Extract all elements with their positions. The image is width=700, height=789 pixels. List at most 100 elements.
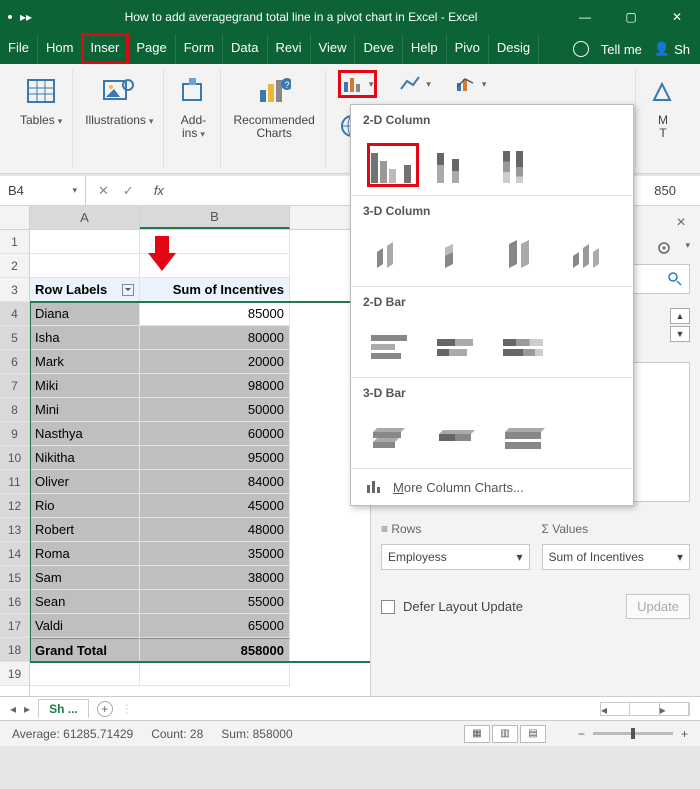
cell[interactable]: 50000 (140, 398, 290, 422)
cell[interactable]: 45000 (140, 494, 290, 518)
row-header[interactable]: 15 (0, 566, 29, 590)
tab-design[interactable]: Desig (489, 34, 539, 64)
tab-insert[interactable]: Inser (82, 34, 128, 64)
ribbon-recommended-charts[interactable]: ? Recommended Charts (223, 70, 325, 168)
ribbon-illustrations[interactable]: Illustrations▾ (75, 70, 164, 168)
row-header[interactable]: 19 (0, 662, 29, 686)
cell[interactable]: 48000 (140, 518, 290, 542)
scroll-down-button[interactable]: ▼ (670, 326, 690, 342)
tab-view[interactable]: View (311, 34, 356, 64)
cell[interactable]: 95000 (140, 446, 290, 470)
row-header[interactable]: 12 (0, 494, 29, 518)
row-header[interactable]: 8 (0, 398, 29, 422)
pane-close-icon[interactable]: × (672, 214, 690, 232)
tab-nav-next[interactable]: ▸ (24, 702, 30, 716)
ribbon-addins[interactable]: Add- ins▾ (166, 70, 221, 168)
insert-line-chart-button[interactable]: ▾ (399, 75, 431, 93)
cell[interactable]: Mini (30, 398, 140, 422)
rows-field[interactable]: Employess▾ (381, 544, 530, 570)
cell[interactable]: Diana (30, 302, 140, 326)
tab-pivot[interactable]: Pivo (447, 34, 489, 64)
row-header[interactable]: 11 (0, 470, 29, 494)
view-page-break-button[interactable]: ▤ (520, 725, 546, 743)
more-column-charts[interactable]: More Column Charts... (351, 468, 633, 505)
minimize-button[interactable]: — (562, 0, 608, 34)
cell[interactable]: 84000 (140, 470, 290, 494)
cell[interactable]: 20000 (140, 350, 290, 374)
cell[interactable]: 55000 (140, 590, 290, 614)
view-page-layout-button[interactable]: ▥ (492, 725, 518, 743)
stacked-column-option[interactable] (435, 145, 483, 185)
ribbon-tables[interactable]: Tables▾ (10, 70, 73, 168)
tab-nav-prev[interactable]: ◂ (10, 702, 16, 716)
3d-column-option[interactable] (567, 236, 615, 276)
filter-dropdown-icon[interactable] (122, 284, 134, 296)
cell[interactable]: 85000 (140, 302, 290, 326)
row-header[interactable]: 5 (0, 326, 29, 350)
zoom-slider[interactable] (593, 732, 673, 735)
name-box[interactable]: B4▾ (0, 176, 86, 205)
tell-me[interactable]: Tell me (601, 42, 642, 57)
col-header-b[interactable]: B (140, 206, 290, 229)
zoom-in-button[interactable]: + (681, 727, 688, 741)
row-header[interactable]: 3 (0, 278, 29, 302)
cell[interactable]: Oliver (30, 470, 140, 494)
row-header[interactable]: 17 (0, 614, 29, 638)
sheet-tab[interactable]: Sh ... (38, 699, 89, 718)
cell[interactable]: 60000 (140, 422, 290, 446)
cell[interactable]: 35000 (140, 542, 290, 566)
maximize-button[interactable]: ▢ (608, 0, 654, 34)
new-sheet-button[interactable]: + (97, 701, 113, 717)
100-stacked-bar-option[interactable] (501, 327, 549, 367)
cell[interactable]: Rio (30, 494, 140, 518)
fx-icon[interactable]: fx (154, 183, 164, 199)
clustered-bar-option[interactable] (369, 327, 417, 367)
row-header[interactable]: 1 (0, 230, 29, 254)
pivot-row-labels-header[interactable]: Row Labels (30, 278, 140, 302)
col-header-a[interactable]: A (30, 206, 140, 229)
cell[interactable]: Grand Total (30, 638, 140, 662)
view-normal-button[interactable]: ▦ (464, 725, 490, 743)
row-header[interactable]: 9 (0, 422, 29, 446)
horizontal-scrollbar[interactable]: ◂▸ (600, 702, 690, 716)
row-header[interactable]: 2 (0, 254, 29, 278)
ribbon-more[interactable]: M T (635, 70, 690, 168)
tab-data[interactable]: Data (223, 34, 267, 64)
3d-stacked-column-option[interactable] (435, 236, 483, 276)
quick-redo-icon[interactable]: ▸▸ (20, 10, 32, 24)
row-header[interactable]: 14 (0, 542, 29, 566)
row-header[interactable]: 10 (0, 446, 29, 470)
cell[interactable]: Roma (30, 542, 140, 566)
row-header[interactable]: 18 (0, 638, 29, 662)
cell[interactable]: 858000 (140, 638, 290, 662)
cancel-formula-icon[interactable]: ✕ (98, 183, 109, 199)
share-button[interactable]: 👤Sh (654, 41, 690, 57)
close-button[interactable]: ✕ (654, 0, 700, 34)
tab-developer[interactable]: Deve (355, 34, 402, 64)
row-header[interactable]: 4 (0, 302, 29, 326)
insert-combo-chart-button[interactable]: ▾ (455, 75, 487, 93)
tab-help[interactable]: Help (403, 34, 447, 64)
tab-home[interactable]: Hom (38, 34, 82, 64)
tab-page[interactable]: Page (128, 34, 175, 64)
scroll-up-button[interactable]: ▲ (670, 308, 690, 324)
cell[interactable]: Robert (30, 518, 140, 542)
3d-clustered-column-option[interactable] (369, 236, 417, 276)
insert-column-chart-button[interactable]: ▾ (340, 72, 376, 96)
tab-file[interactable]: File (0, 34, 38, 64)
cell[interactable]: Nikitha (30, 446, 140, 470)
update-button[interactable]: Update (626, 594, 690, 619)
cell[interactable]: 65000 (140, 614, 290, 638)
cell[interactable]: Mark (30, 350, 140, 374)
3d-100-stacked-bar-option[interactable] (501, 418, 549, 458)
cell[interactable]: Valdi (30, 614, 140, 638)
row-header[interactable]: 13 (0, 518, 29, 542)
cell[interactable]: 38000 (140, 566, 290, 590)
cell[interactable]: 80000 (140, 326, 290, 350)
row-header[interactable]: 16 (0, 590, 29, 614)
cell[interactable]: Nasthya (30, 422, 140, 446)
stacked-bar-option[interactable] (435, 327, 483, 367)
100-stacked-column-option[interactable] (501, 145, 549, 185)
3d-stacked-bar-option[interactable] (435, 418, 483, 458)
cell[interactable]: Isha (30, 326, 140, 350)
